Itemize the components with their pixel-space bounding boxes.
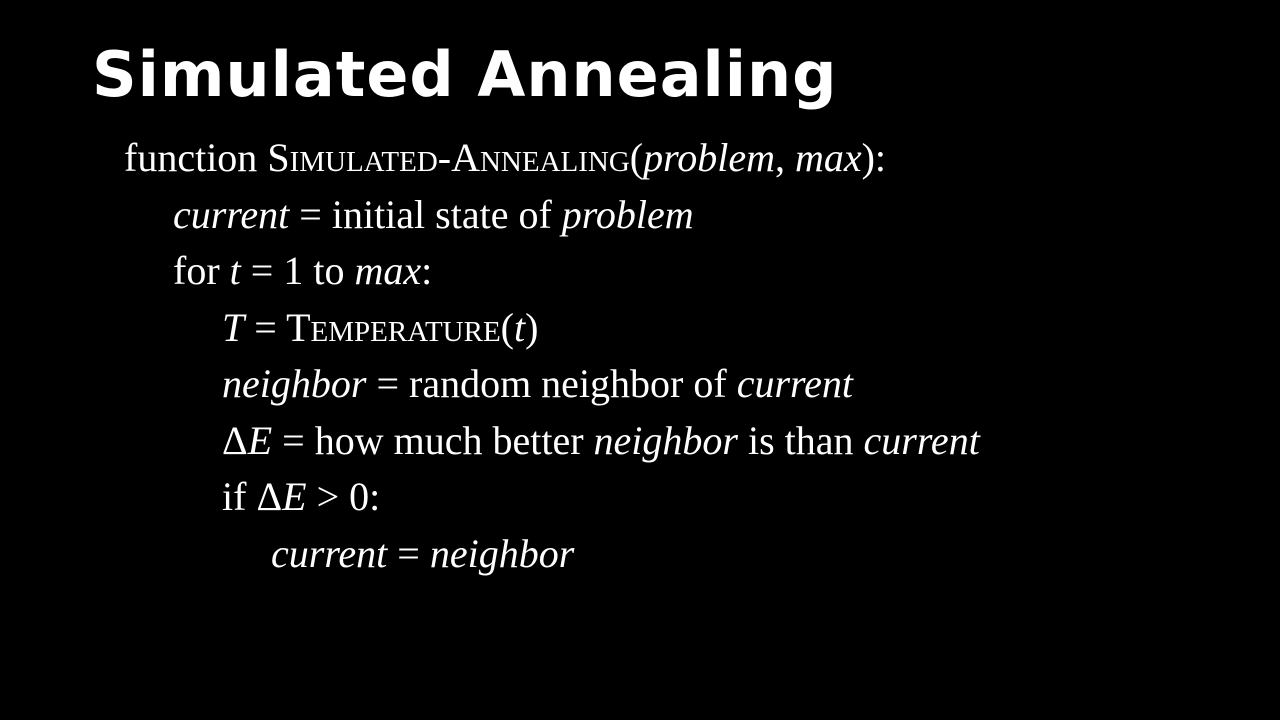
function-name-initial-s: S	[267, 135, 290, 180]
range-text: = 1 to	[240, 248, 355, 293]
code-line-neighbor: neighbor = random neighbor of current	[0, 356, 980, 413]
function-name-emperature: EMPERATURE	[310, 315, 501, 348]
keyword-for: for	[173, 248, 230, 293]
assign-text: =	[387, 530, 430, 576]
code-line-init-current: current = initial state of problem	[0, 187, 980, 244]
var-current: current	[173, 191, 290, 237]
param-max: max	[794, 135, 862, 180]
var-current: current	[736, 361, 853, 406]
function-name-initial-a: A	[451, 135, 480, 180]
open-paren: (	[500, 304, 514, 350]
close-paren: )	[525, 304, 539, 350]
var-neighbor: neighbor	[593, 417, 738, 463]
var-E: E	[247, 417, 273, 463]
var-neighbor: neighbor	[429, 530, 575, 576]
close-paren-colon: ):	[861, 135, 887, 180]
delta-symbol: Δ	[222, 417, 248, 463]
code-line-delta-e: ΔE = how much better neighbor is than cu…	[0, 413, 980, 470]
var-max: max	[354, 248, 422, 293]
slide-title: Simulated Annealing	[92, 38, 838, 111]
param-separator: ,	[774, 135, 795, 180]
delta-symbol: Δ	[256, 474, 283, 519]
var-neighbor: neighbor	[222, 361, 367, 406]
code-line-for-loop: for t = 1 to max:	[0, 243, 980, 300]
code-line-function-signature: function SIMULATED-ANNEALING(problem, ma…	[0, 130, 980, 187]
pseudocode-block: function SIMULATED-ANNEALING(problem, ma…	[0, 130, 980, 582]
var-current: current	[863, 417, 980, 463]
var-t: t	[514, 304, 526, 350]
assign-text: = initial state of	[289, 191, 562, 237]
code-line-if: if ΔE > 0:	[0, 469, 980, 526]
colon: :	[421, 248, 433, 293]
param-problem: problem	[643, 135, 775, 180]
keyword-function: function	[124, 135, 268, 180]
var-E: E	[282, 474, 307, 519]
assign-text: = random neighbor of	[366, 361, 737, 406]
code-line-temperature: T = TEMPERATURE(t)	[0, 300, 980, 357]
var-current: current	[271, 530, 388, 576]
condition-text: > 0:	[306, 474, 381, 519]
assign-text: = how much better	[272, 417, 594, 463]
var-T: T	[222, 304, 245, 350]
slide: Simulated Annealing function SIMULATED-A…	[0, 0, 1280, 720]
open-paren: (	[629, 135, 644, 180]
code-line-assign-current: current = neighbor	[0, 526, 980, 583]
function-name-dash: -	[437, 135, 452, 180]
comparison-text: is than	[737, 417, 864, 463]
keyword-if: if	[222, 474, 257, 519]
function-name-imulated: IMULATED	[289, 146, 438, 178]
var-problem: problem	[561, 191, 694, 237]
assign-text: =	[244, 304, 287, 350]
function-name-initial-t: T	[286, 304, 311, 350]
var-t: t	[229, 248, 241, 293]
function-name-nnealing: NNEALING	[479, 146, 630, 178]
